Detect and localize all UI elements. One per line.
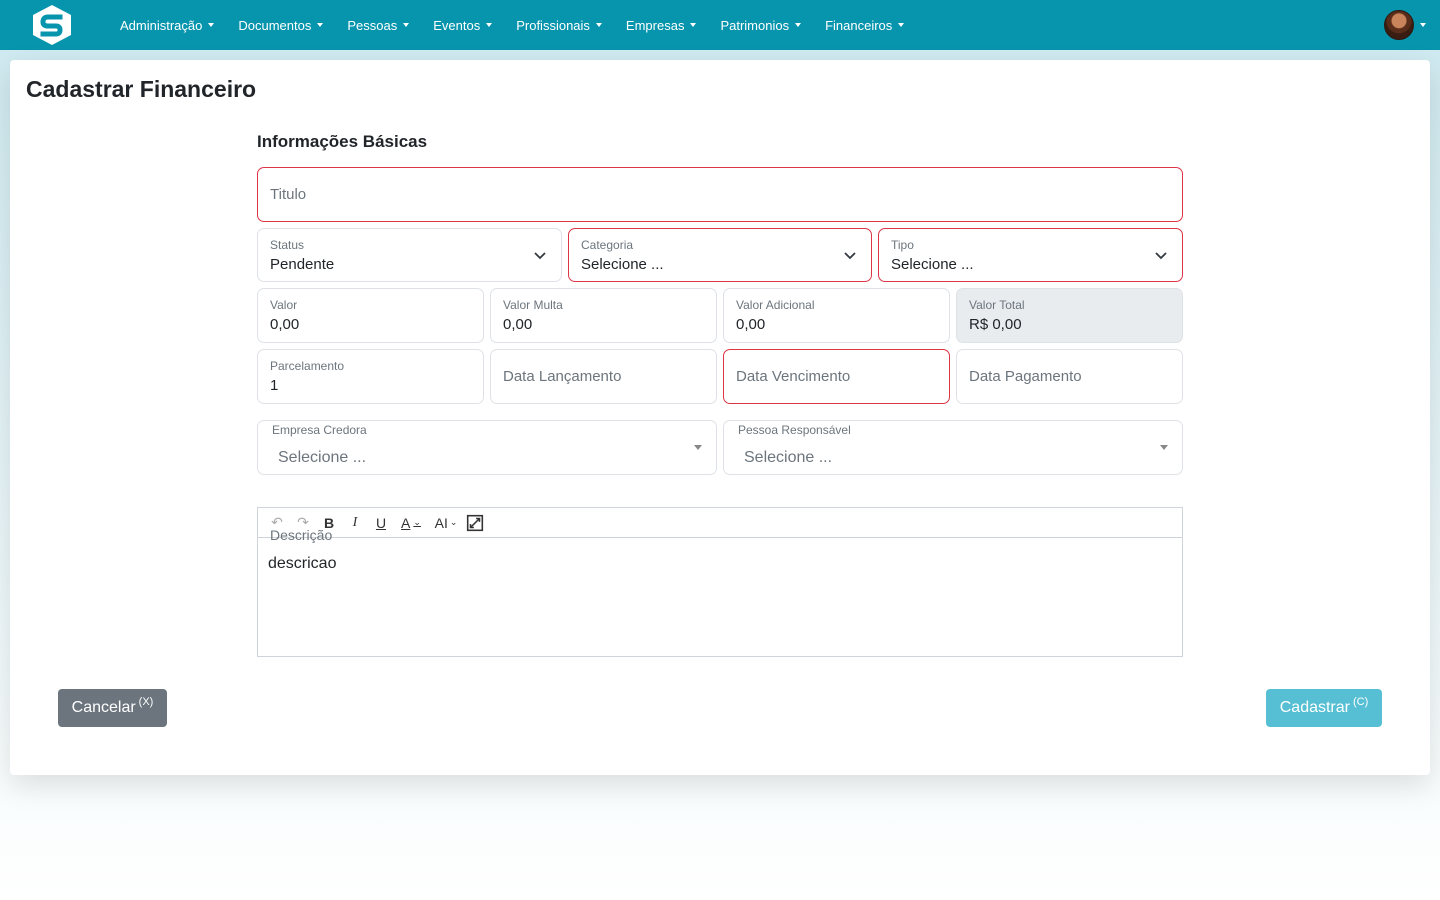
- nav-item-label: Profissionais: [516, 17, 590, 33]
- caret-down-icon: [595, 23, 602, 27]
- chevron-down-icon: [844, 252, 856, 260]
- caret-down-icon: [317, 23, 324, 27]
- data-lancamento-placeholder: Data Lançamento: [503, 368, 622, 385]
- nav-item-empresas[interactable]: Empresas: [626, 18, 697, 33]
- caret-down-icon: [1420, 23, 1426, 27]
- pessoa-responsavel-label: Pessoa Responsável: [738, 423, 851, 437]
- submit-button-label: Cadastrar: [1279, 699, 1350, 716]
- titulo-placeholder: Titulo: [270, 186, 307, 203]
- empresa-credora-select[interactable]: Empresa Credora Selecione ...: [257, 420, 717, 475]
- parcelamento-label: Parcelamento: [270, 359, 345, 373]
- empresa-credora-placeholder: Selecione ...: [278, 449, 367, 466]
- valor-input[interactable]: Valor 0,00: [257, 288, 484, 343]
- titulo-input[interactable]: Titulo: [257, 167, 1183, 222]
- nav-item-eventos[interactable]: Eventos: [433, 17, 493, 33]
- valor-total-input: Valor Total R$ 0,00: [956, 288, 1183, 343]
- valor-multa-input[interactable]: Valor Multa 0,00: [490, 288, 717, 343]
- nav-item-label: Documentos: [238, 17, 312, 33]
- valor-adicional-value: 0,00: [736, 316, 766, 333]
- valor-adicional-input[interactable]: Valor Adicional 0,00: [723, 288, 950, 343]
- valor-total-value: R$ 0,00: [969, 316, 1022, 333]
- nav-item-administracao[interactable]: Administração: [120, 17, 215, 33]
- caret-down-icon: [208, 23, 215, 27]
- descricao-editor: ↶ ↷ B I U A ⌄ AI ⌄ Descrição descricao: [257, 507, 1183, 657]
- fullscreen-icon[interactable]: [466, 514, 484, 532]
- font-size-icon[interactable]: AI ⌄: [430, 512, 462, 534]
- descricao-label: Descrição: [270, 527, 333, 543]
- caret-down-icon: [486, 23, 493, 27]
- valor-total-label: Valor Total: [969, 298, 1025, 312]
- data-vencimento-placeholder: Data Vencimento: [736, 368, 851, 385]
- data-vencimento-input[interactable]: Data Vencimento: [723, 349, 950, 404]
- data-lancamento-input[interactable]: Data Lançamento: [490, 349, 717, 404]
- cancel-button[interactable]: Cancelar (X): [58, 689, 167, 727]
- caret-down-icon: [694, 445, 702, 450]
- avatar[interactable]: [1384, 10, 1414, 40]
- pessoa-responsavel-select[interactable]: Pessoa Responsável Selecione ...: [723, 420, 1183, 475]
- chevron-down-icon: [1155, 252, 1167, 260]
- categoria-select[interactable]: Categoria Selecione ...: [568, 228, 872, 282]
- data-pagamento-input[interactable]: Data Pagamento: [956, 349, 1183, 404]
- nav-item-label: Empresas: [625, 17, 685, 33]
- parcelamento-input[interactable]: Parcelamento 1: [257, 349, 484, 404]
- valor-multa-value: 0,00: [503, 316, 533, 333]
- nav-item-label: Financeiros: [825, 17, 893, 33]
- top-navbar: Administração Documentos Pessoas Eventos…: [0, 0, 1440, 50]
- nav-item-pessoas[interactable]: Pessoas: [347, 17, 410, 33]
- page-title: Cadastrar Financeiro: [26, 76, 257, 102]
- nav-item-label: Eventos: [433, 17, 481, 33]
- empresa-credora-label: Empresa Credora: [272, 423, 367, 437]
- editor-toolbar: ↶ ↷ B I U A ⌄ AI ⌄: [258, 508, 1182, 538]
- caret-down-icon: [1160, 445, 1168, 450]
- tipo-select[interactable]: Tipo Selecione ...: [878, 228, 1183, 282]
- font-color-glyph: A: [401, 514, 411, 531]
- nav-item-profissionais[interactable]: Profissionais: [516, 18, 602, 33]
- categoria-value: Selecione ...: [581, 256, 664, 273]
- nav-item-documentos[interactable]: Documentos: [238, 17, 324, 33]
- cancel-shortcut: (X): [138, 696, 154, 708]
- categoria-label: Categoria: [581, 238, 634, 252]
- tipo-label: Tipo: [891, 238, 914, 252]
- status-select[interactable]: Status Pendente: [257, 228, 562, 282]
- status-label: Status: [270, 238, 305, 252]
- nav-item-patrimonios[interactable]: Patrimonios: [720, 17, 802, 33]
- font-size-glyph: AI: [434, 514, 448, 531]
- chevron-down-icon: ⌄: [449, 517, 458, 527]
- caret-down-icon: [690, 23, 697, 27]
- nav-item-label: Patrimonios: [720, 17, 790, 33]
- brand-s-logo-icon[interactable]: [30, 4, 74, 46]
- main-menu: Administração Documentos Pessoas Eventos…: [120, 0, 928, 50]
- caret-down-icon: [403, 23, 410, 27]
- cancel-button-label: Cancelar: [71, 699, 136, 716]
- valor-value: 0,00: [270, 316, 300, 333]
- pessoa-responsavel-placeholder: Selecione ...: [744, 449, 833, 466]
- data-pagamento-placeholder: Data Pagamento: [969, 368, 1082, 385]
- valor-multa-label: Valor Multa: [503, 298, 563, 312]
- tipo-value: Selecione ...: [891, 256, 974, 273]
- underline-icon[interactable]: U: [370, 512, 392, 534]
- status-value: Pendente: [270, 256, 335, 273]
- submit-button[interactable]: Cadastrar (C): [1266, 689, 1382, 727]
- caret-down-icon: [795, 23, 802, 27]
- chevron-down-icon: ⌄: [413, 517, 421, 527]
- nav-item-financeiros[interactable]: Financeiros: [825, 17, 905, 33]
- descricao-content[interactable]: descricao: [268, 555, 336, 573]
- parcelamento-value: 1: [270, 377, 279, 394]
- user-menu[interactable]: [1384, 10, 1426, 40]
- form-card: Cadastrar Financeiro Informações Básicas…: [10, 60, 1430, 775]
- italic-icon[interactable]: I: [344, 512, 366, 534]
- section-title: Informações Básicas: [257, 132, 428, 151]
- nav-item-label: Administração: [120, 17, 203, 33]
- nav-item-label: Pessoas: [347, 17, 398, 33]
- chevron-down-icon: [534, 252, 546, 260]
- font-color-icon[interactable]: A ⌄: [396, 512, 426, 534]
- submit-shortcut: (C): [1352, 696, 1369, 708]
- valor-adicional-label: Valor Adicional: [736, 298, 815, 312]
- caret-down-icon: [898, 23, 905, 27]
- valor-label: Valor: [270, 298, 298, 312]
